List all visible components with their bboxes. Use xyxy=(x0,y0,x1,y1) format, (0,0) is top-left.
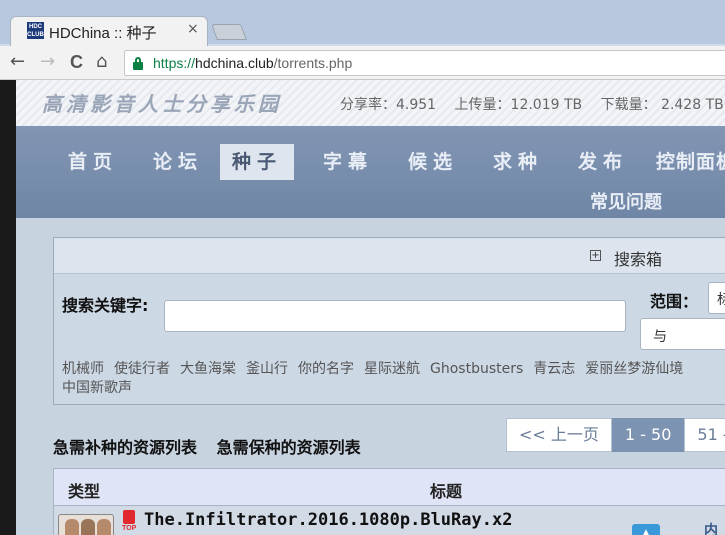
url-scheme: https:// xyxy=(153,55,196,71)
nav-subtitles[interactable]: 字幕 xyxy=(323,144,373,180)
row-side-link[interactable]: 内 xyxy=(704,520,718,535)
nav-requests[interactable]: 求种 xyxy=(493,144,543,180)
keyword-label: 搜索关键字: xyxy=(62,296,149,315)
search-box-title: 搜索箱 xyxy=(614,250,663,269)
downloaded-stat: 下载量： 2.428 TB xyxy=(600,97,724,113)
browser-chrome: HDC CLUB HDChina :: 种子 × ← → C ⌂ https:/… xyxy=(0,0,725,80)
hot-keyword[interactable]: 爱丽丝梦游仙境 xyxy=(585,361,683,377)
close-icon[interactable]: × xyxy=(187,21,199,37)
tab-title: HDChina :: 种子 xyxy=(49,25,157,42)
url-path: /torrents.php xyxy=(273,55,353,71)
nav-upload[interactable]: 发布 xyxy=(578,144,628,180)
search-input[interactable] xyxy=(164,300,626,332)
table-header: 类型 标题 xyxy=(53,468,725,506)
hot-keyword[interactable]: 机械师 xyxy=(62,361,104,377)
nav-faq[interactable]: 常见问题 xyxy=(590,188,662,214)
nav-control-panel[interactable]: 控制面板 xyxy=(656,144,725,180)
need-keep-link[interactable]: 急需保种的资源列表 xyxy=(217,438,361,457)
pagination: << 上一页 1 - 50 51 - xyxy=(506,418,725,452)
main-content: + 搜索箱 搜索关键字: 范围： 标 与 机械师 使徒行者 大鱼海棠 釜山行 你的名字星… xyxy=(16,218,725,535)
home-icon[interactable]: ⌂ xyxy=(96,52,107,72)
site-header: 高清影音人士分享乐园 分享率：4.951 上传量：12.019 TB 下载量： … xyxy=(16,80,725,126)
hot-keyword[interactable]: 使徒行者 xyxy=(114,361,170,377)
hot-keyword[interactable]: 星际迷航 xyxy=(364,361,420,377)
new-tab-button[interactable] xyxy=(211,24,247,40)
site-logo[interactable]: 高清影音人士分享乐园 xyxy=(42,88,282,117)
hot-keyword[interactable]: 大鱼海棠 xyxy=(180,361,236,377)
expand-icon[interactable]: + xyxy=(590,250,601,261)
logic-select[interactable]: 与 xyxy=(640,318,725,350)
main-nav: 首页 论坛 种子 字幕 候选 求种 发布 控制面板 常见问题 xyxy=(16,126,725,218)
tab-strip: HDC CLUB HDChina :: 种子 × xyxy=(0,0,725,46)
col-title[interactable]: 标题 xyxy=(430,478,462,502)
search-box: + 搜索箱 搜索关键字: 范围： 标 与 机械师 使徒行者 大鱼海棠 釜山行 你的名字星… xyxy=(53,237,725,405)
nav-home[interactable]: 首页 xyxy=(68,144,118,180)
download-icon[interactable]: ▲ xyxy=(632,524,660,535)
next-page-button[interactable]: 51 - xyxy=(684,418,725,452)
ratio-stat: 分享率：4.951 xyxy=(340,97,437,113)
url-host: hdchina.club xyxy=(195,55,274,71)
col-type[interactable]: 类型 xyxy=(68,478,100,502)
address-bar[interactable]: https://hdchina.club/torrents.php xyxy=(124,50,725,76)
top-flag-icon: TOP xyxy=(122,510,140,535)
range-label: 范围： xyxy=(650,292,699,311)
hot-keyword[interactable]: Ghostbusters xyxy=(430,361,523,377)
need-seed-link[interactable]: 急需补种的资源列表 xyxy=(53,438,197,457)
web-page: 高清影音人士分享乐园 分享率：4.951 上传量：12.019 TB 下载量： … xyxy=(16,80,725,535)
table-row: TOP The.Infiltrator.2016.1080p.BluRay.x2… xyxy=(53,506,725,535)
window-edge xyxy=(0,80,16,535)
favicon-icon: HDC CLUB xyxy=(27,22,44,39)
prev-page-button[interactable]: << 上一页 xyxy=(506,418,612,452)
category-thumbnail[interactable] xyxy=(58,514,114,535)
hot-keyword[interactable]: 青云志 xyxy=(533,361,575,377)
url-text: https://hdchina.club/torrents.php xyxy=(153,55,352,71)
hot-keyword[interactable]: 釜山行 xyxy=(246,361,288,377)
current-page: 1 - 50 xyxy=(611,418,685,452)
hot-keyword[interactable]: 中国新歌声 xyxy=(62,380,132,396)
hot-keywords: 机械师 使徒行者 大鱼海棠 釜山行 你的名字 星际迷航 Ghostbusters 青云志 爱丽丝… xyxy=(62,360,725,398)
back-icon[interactable]: ← xyxy=(10,52,25,72)
nav-forum[interactable]: 论坛 xyxy=(153,144,203,180)
top-flag-label: TOP xyxy=(122,525,137,532)
user-stats: 分享率：4.951 上传量：12.019 TB 下载量： 2.428 TB xyxy=(340,94,725,114)
uploaded-stat: 上传量：12.019 TB xyxy=(454,97,583,113)
browser-toolbar: ← → C ⌂ https://hdchina.club/torrents.ph… xyxy=(0,46,725,80)
lock-icon xyxy=(133,57,143,70)
torrent-title-link[interactable]: The.Infiltrator.2016.1080p.BluRay.x2 xyxy=(144,510,512,530)
hot-keyword[interactable]: 你的名字 xyxy=(298,361,354,377)
search-box-header[interactable]: + 搜索箱 xyxy=(54,238,725,274)
range-select[interactable]: 标 xyxy=(708,282,725,314)
nav-candidates[interactable]: 候选 xyxy=(408,144,458,180)
reload-icon[interactable]: C xyxy=(70,52,83,72)
browser-tab[interactable]: HDC CLUB HDChina :: 种子 × xyxy=(10,16,208,46)
forward-icon[interactable]: → xyxy=(40,52,55,72)
nav-torrents[interactable]: 种子 xyxy=(220,144,295,180)
resource-lists: 急需补种的资源列表 急需保种的资源列表 xyxy=(53,434,375,458)
